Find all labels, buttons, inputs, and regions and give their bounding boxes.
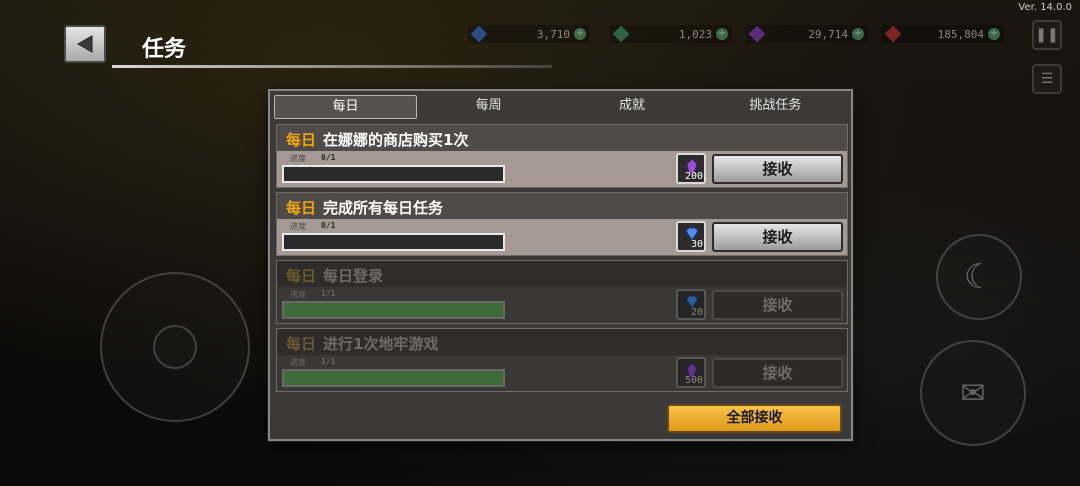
progress-bar (282, 233, 505, 251)
progress-value: 1/1 (321, 357, 336, 366)
progress-label: 进度 (290, 154, 306, 163)
reward-amount: 200 (684, 171, 703, 182)
page-title: 任务 (142, 37, 187, 62)
tab-weekly[interactable]: 每周 (417, 95, 560, 119)
progress-label: 进度 (290, 222, 306, 231)
currency-amount: 3,710 (536, 27, 570, 41)
menu-icon: ☰ (1040, 71, 1054, 87)
currency-amount: 29,714 (808, 27, 848, 41)
progress-bar (282, 165, 505, 183)
skill-button[interactable]: ☾ (936, 234, 1022, 320)
currency-red-gem: 185,804 + (882, 24, 1004, 44)
red-gem-icon (883, 24, 903, 44)
quest-row: 每日 完成所有每日任务 进度 0/1 30 接收 (276, 192, 848, 256)
reward-slot: 500 (676, 357, 706, 388)
moon-icon: ☾ (963, 257, 995, 297)
quest-tag: 每日 (286, 131, 317, 149)
quest-tag: 每日 (286, 335, 317, 353)
green-gem-icon (611, 24, 631, 44)
tab-challenges[interactable]: 挑战任务 (704, 95, 847, 119)
progress-label: 进度 (290, 290, 306, 299)
chat-icon: ✉ (960, 375, 986, 411)
title-underline (112, 65, 552, 68)
currency-amount: 1,023 (678, 27, 712, 41)
quest-tag: 每日 (286, 199, 317, 217)
menu-button[interactable]: ☰ (1032, 64, 1062, 94)
back-button[interactable] (64, 25, 106, 63)
quest-title: 在娜娜的商店购买1次 (323, 131, 469, 149)
quest-tabs: 每日 每周 成就 挑战任务 (274, 95, 847, 119)
claim-all-button[interactable]: 全部接收 (667, 404, 842, 433)
reward-amount: 20 (690, 307, 703, 318)
pause-icon: ❚❚ (1035, 27, 1059, 43)
pause-button[interactable]: ❚❚ (1032, 20, 1062, 50)
quest-row: 每日 每日登录 进度 1/1 20 接收 (276, 260, 848, 324)
quest-title: 进行1次地牢游戏 (323, 335, 439, 353)
progress-bar (282, 369, 505, 387)
tab-daily[interactable]: 每日 (274, 95, 417, 119)
quest-tag: 每日 (286, 267, 317, 285)
purple-gem-icon (747, 24, 767, 44)
currency-green-gem: 1,023 + (610, 24, 732, 44)
joystick-knob[interactable] (153, 325, 197, 369)
progress-bar (282, 301, 505, 319)
back-arrow-icon (76, 35, 93, 53)
quest-panel: 每日 每周 成就 挑战任务 每日 在娜娜的商店购买1次 进度 0/1 200 接… (268, 89, 853, 441)
claim-button[interactable]: 接收 (712, 222, 843, 252)
reward-slot: 20 (676, 289, 706, 320)
version-label: Ver. 14.0.0 (1018, 2, 1072, 13)
add-currency-button[interactable]: + (716, 28, 728, 40)
add-currency-button[interactable]: + (988, 28, 1000, 40)
currency-purple-gem: 29,714 + (746, 24, 868, 44)
chat-button[interactable]: ✉ (920, 340, 1026, 446)
reward-slot: 200 (676, 153, 706, 184)
quest-title: 完成所有每日任务 (323, 199, 444, 217)
progress-value: 1/1 (321, 289, 336, 298)
claim-button[interactable]: 接收 (712, 154, 843, 184)
reward-slot: 30 (676, 221, 706, 252)
reward-amount: 30 (690, 239, 703, 250)
progress-value: 0/1 (321, 221, 336, 230)
currency-blue-gem: 3,710 + (468, 24, 590, 44)
add-currency-button[interactable]: + (574, 28, 586, 40)
progress-label: 进度 (290, 358, 306, 367)
add-currency-button[interactable]: + (852, 28, 864, 40)
quest-row: 每日 进行1次地牢游戏 进度 1/1 500 接收 (276, 328, 848, 392)
reward-amount: 500 (684, 375, 703, 386)
quest-title: 每日登录 (323, 267, 384, 285)
claim-button[interactable]: 接收 (712, 290, 843, 320)
joystick-area[interactable] (100, 272, 250, 422)
claim-button[interactable]: 接收 (712, 358, 843, 388)
currency-amount: 185,804 (937, 27, 984, 41)
blue-gem-icon (469, 24, 489, 44)
tab-achievements[interactable]: 成就 (560, 95, 703, 119)
progress-value: 0/1 (321, 153, 336, 162)
quest-row: 每日 在娜娜的商店购买1次 进度 0/1 200 接收 (276, 124, 848, 188)
